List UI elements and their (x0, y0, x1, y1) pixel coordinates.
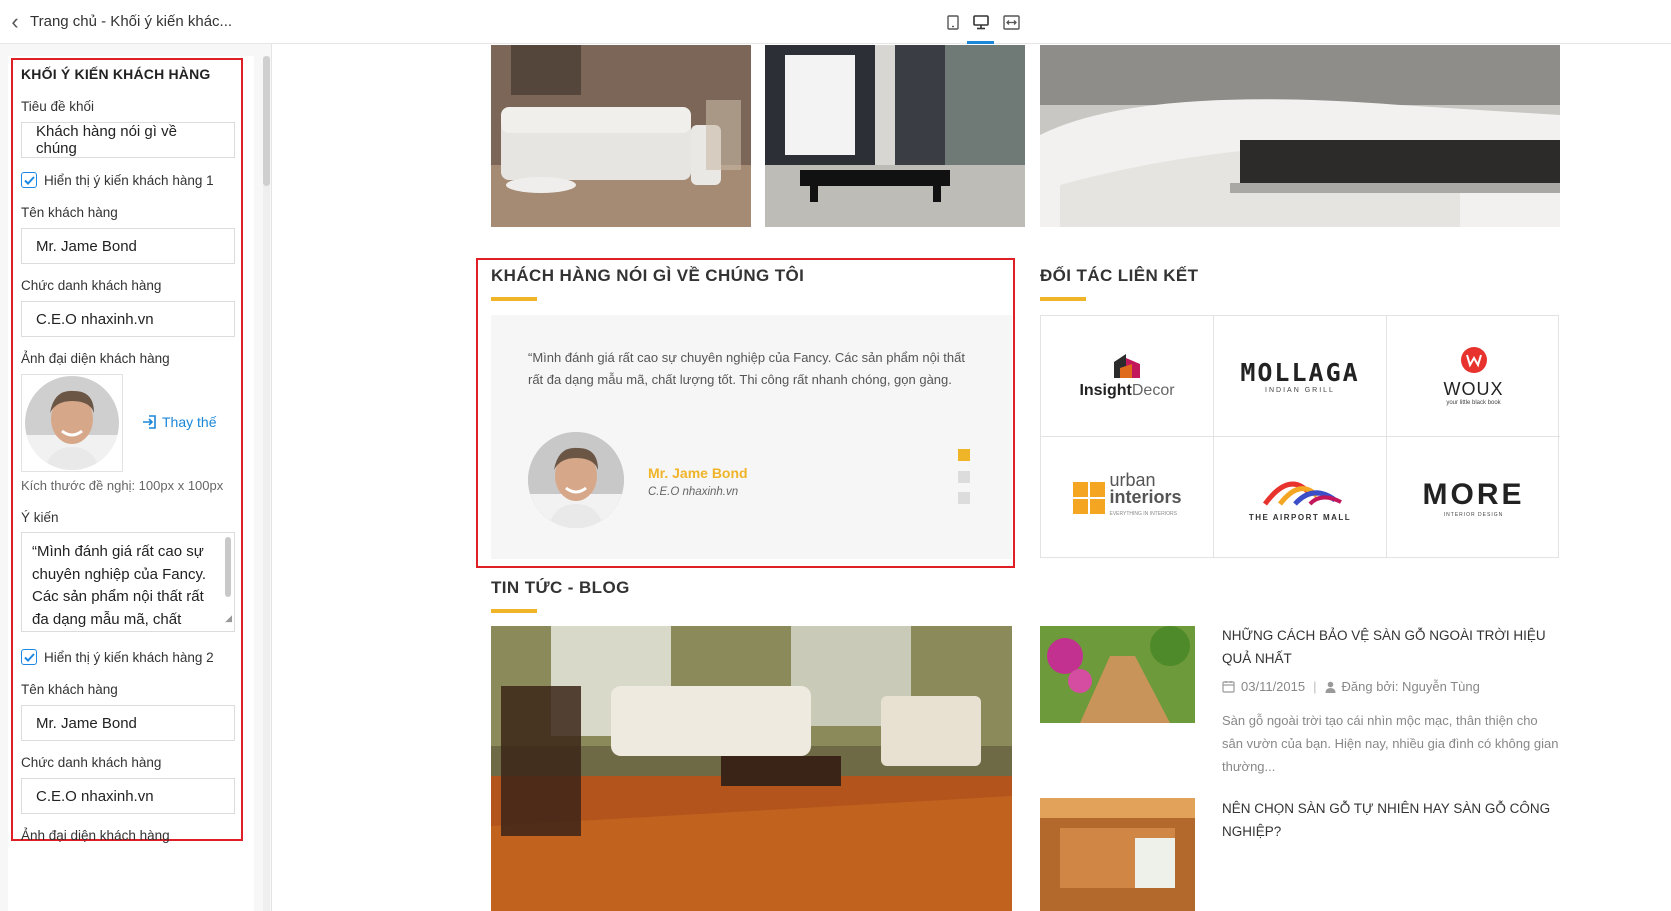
partner-logo-airport-mall[interactable]: THE AIRPORT MALL (1214, 437, 1387, 558)
partner-logo-urban-interiors[interactable]: urban interiors EVERYTHING IN INTERIORS (1041, 437, 1214, 558)
mollaga-sub: INDIAN GRILL (1265, 387, 1335, 394)
section-title: KHỐI Ý KIẾN KHÁCH HÀNG (21, 66, 211, 82)
breadcrumb: Trang chủ - Khối ý kiến khác... (30, 13, 233, 30)
checkbox-checked-icon[interactable] (21, 649, 37, 665)
woux-text: WOUX (1443, 379, 1504, 399)
insightdecor-text-2: Decor (1131, 382, 1175, 399)
news-featured-photo[interactable] (491, 626, 1012, 911)
partner-logo-mollaga[interactable]: MOLLAGA INDIAN GRILL (1214, 316, 1387, 437)
replace-label[interactable]: Thay thế (162, 414, 216, 430)
gallery-photo-living-room (491, 45, 751, 227)
woux-logo-icon (1460, 347, 1487, 373)
insightdecor-logo-icon (1114, 354, 1140, 378)
fullwidth-icon (1002, 14, 1020, 30)
news-title-1[interactable]: NHỮNG CÁCH BẢO VỆ SÀN GỖ NGOÀI TRỜI HIỆU… (1222, 625, 1562, 670)
news-title-2[interactable]: NÊN CHỌN SÀN GỖ TỰ NHIÊN HAY SÀN GỖ CÔNG… (1222, 798, 1562, 843)
show-testimonial-2-label: Hiển thị ý kiến khách hàng 2 (44, 649, 214, 665)
avatar (25, 376, 119, 470)
interiors-text: interiors (1109, 487, 1182, 507)
show-testimonial-1-label: Hiển thị ý kiến khách hàng 1 (44, 172, 214, 188)
block-title-input[interactable]: Khách hàng nói gì về chúng (21, 122, 235, 158)
airport-mall-text: THE AIRPORT MALL (1248, 512, 1352, 522)
customer-avatar-label-1: Ảnh đại diện khách hàng (21, 351, 170, 366)
title-underline (1040, 297, 1086, 301)
checkbox-checked-icon[interactable] (21, 172, 37, 188)
more-text: MORE (1422, 477, 1525, 511)
urban-sub: EVERYTHING IN INTERIORS (1109, 511, 1177, 517)
partner-logo-insightdecor[interactable]: InsightDecor (1041, 316, 1214, 437)
airport-mall-logo-icon (1262, 481, 1342, 506)
customer-name-label-2: Tên khách hàng (21, 682, 118, 697)
customer-position-label-1: Chức danh khách hàng (21, 278, 162, 293)
news-excerpt-1: Sàn gỗ ngoài trời tạo cái nhìn mộc mạc, … (1222, 713, 1559, 774)
customer-avatar-label-2: Ảnh đại diện khách hàng (21, 828, 170, 843)
active-device-indicator (967, 41, 994, 44)
mobile-icon (947, 14, 959, 30)
back-icon[interactable]: ‹ (0, 0, 30, 44)
customer-position-input-1[interactable]: C.E.O nhaxinh.vn (21, 301, 235, 337)
fullwidth-view-button[interactable] (997, 8, 1025, 36)
partners-grid: InsightDecor MOLLAGA INDIAN GRILL WOUX y… (1040, 315, 1560, 558)
insightdecor-text-1: Insight (1079, 382, 1132, 399)
resize-grip-icon[interactable]: ◢ (225, 607, 232, 630)
avatar-size-hint: Kích thước đề nghị: 100px x 100px (21, 478, 224, 493)
gallery-photo-sofa (1040, 45, 1560, 227)
more-sub: INTERIOR DESIGN (1443, 511, 1504, 518)
customer-position-label-2: Chức danh khách hàng (21, 755, 162, 770)
title-underline (491, 609, 537, 613)
partner-logo-woux[interactable]: WOUX your little black book (1387, 316, 1560, 437)
opinion-label-1: Ý kiến (21, 510, 59, 525)
customer-avatar-preview-1[interactable] (21, 374, 123, 472)
device-toolbar (272, 0, 1671, 44)
desktop-icon (973, 14, 989, 29)
news-date-1: 03/11/2015 (1241, 679, 1306, 694)
opinion-textarea-1[interactable]: “Mình đánh giá rất cao sự chuyên nghiệp … (21, 532, 235, 632)
opinion-text-1: “Mình đánh giá rất cao sự chuyên nghiệp … (32, 543, 207, 628)
sidebar-header: ‹ Trang chủ - Khối ý kiến khác... (0, 0, 272, 44)
desktop-view-button[interactable] (967, 8, 995, 36)
mollaga-text: MOLLAGA (1240, 358, 1360, 387)
news-section-title: TIN TỨC - BLOG (491, 578, 630, 597)
sidebar-scrollbar[interactable] (263, 56, 270, 911)
calendar-icon (1222, 681, 1235, 693)
partner-logo-more[interactable]: MORE INTERIOR DESIGN (1387, 437, 1560, 558)
customer-name-input-2[interactable]: Mr. Jame Bond (21, 705, 235, 741)
customer-name-label-1: Tên khách hàng (21, 205, 118, 220)
user-icon (1325, 681, 1335, 693)
news-thumb-1[interactable] (1040, 626, 1195, 723)
mobile-view-button[interactable] (939, 8, 967, 36)
news-meta-1: 03/11/2015 | Đăng bởi: Nguyễn Tùng (1222, 679, 1480, 694)
news-author-1: Đăng bởi: Nguyễn Tùng (1341, 679, 1480, 694)
woux-sub: your little black book (1446, 400, 1501, 406)
urban-interiors-logo-icon (1073, 481, 1106, 514)
partners-section-title: ĐỐI TÁC LIÊN KẾT (1040, 266, 1199, 285)
highlight-frame-testimonial (476, 258, 1015, 568)
customer-position-input-2[interactable]: C.E.O nhaxinh.vn (21, 778, 235, 814)
show-testimonial-1-checkbox[interactable]: Hiển thị ý kiến khách hàng 1 (21, 172, 214, 188)
block-title-label: Tiêu đề khối (21, 99, 95, 114)
show-testimonial-2-checkbox[interactable]: Hiển thị ý kiến khách hàng 2 (21, 649, 214, 665)
sidebar-scroll-thumb[interactable] (263, 56, 270, 186)
customer-name-input-1[interactable]: Mr. Jame Bond (21, 228, 235, 264)
replace-icon (143, 415, 156, 429)
textarea-scrollbar[interactable] (225, 537, 231, 597)
replace-avatar-button-1[interactable]: Thay thế (142, 414, 216, 430)
news-thumb-2[interactable] (1040, 798, 1195, 911)
gallery-photo-hall (765, 45, 1025, 227)
